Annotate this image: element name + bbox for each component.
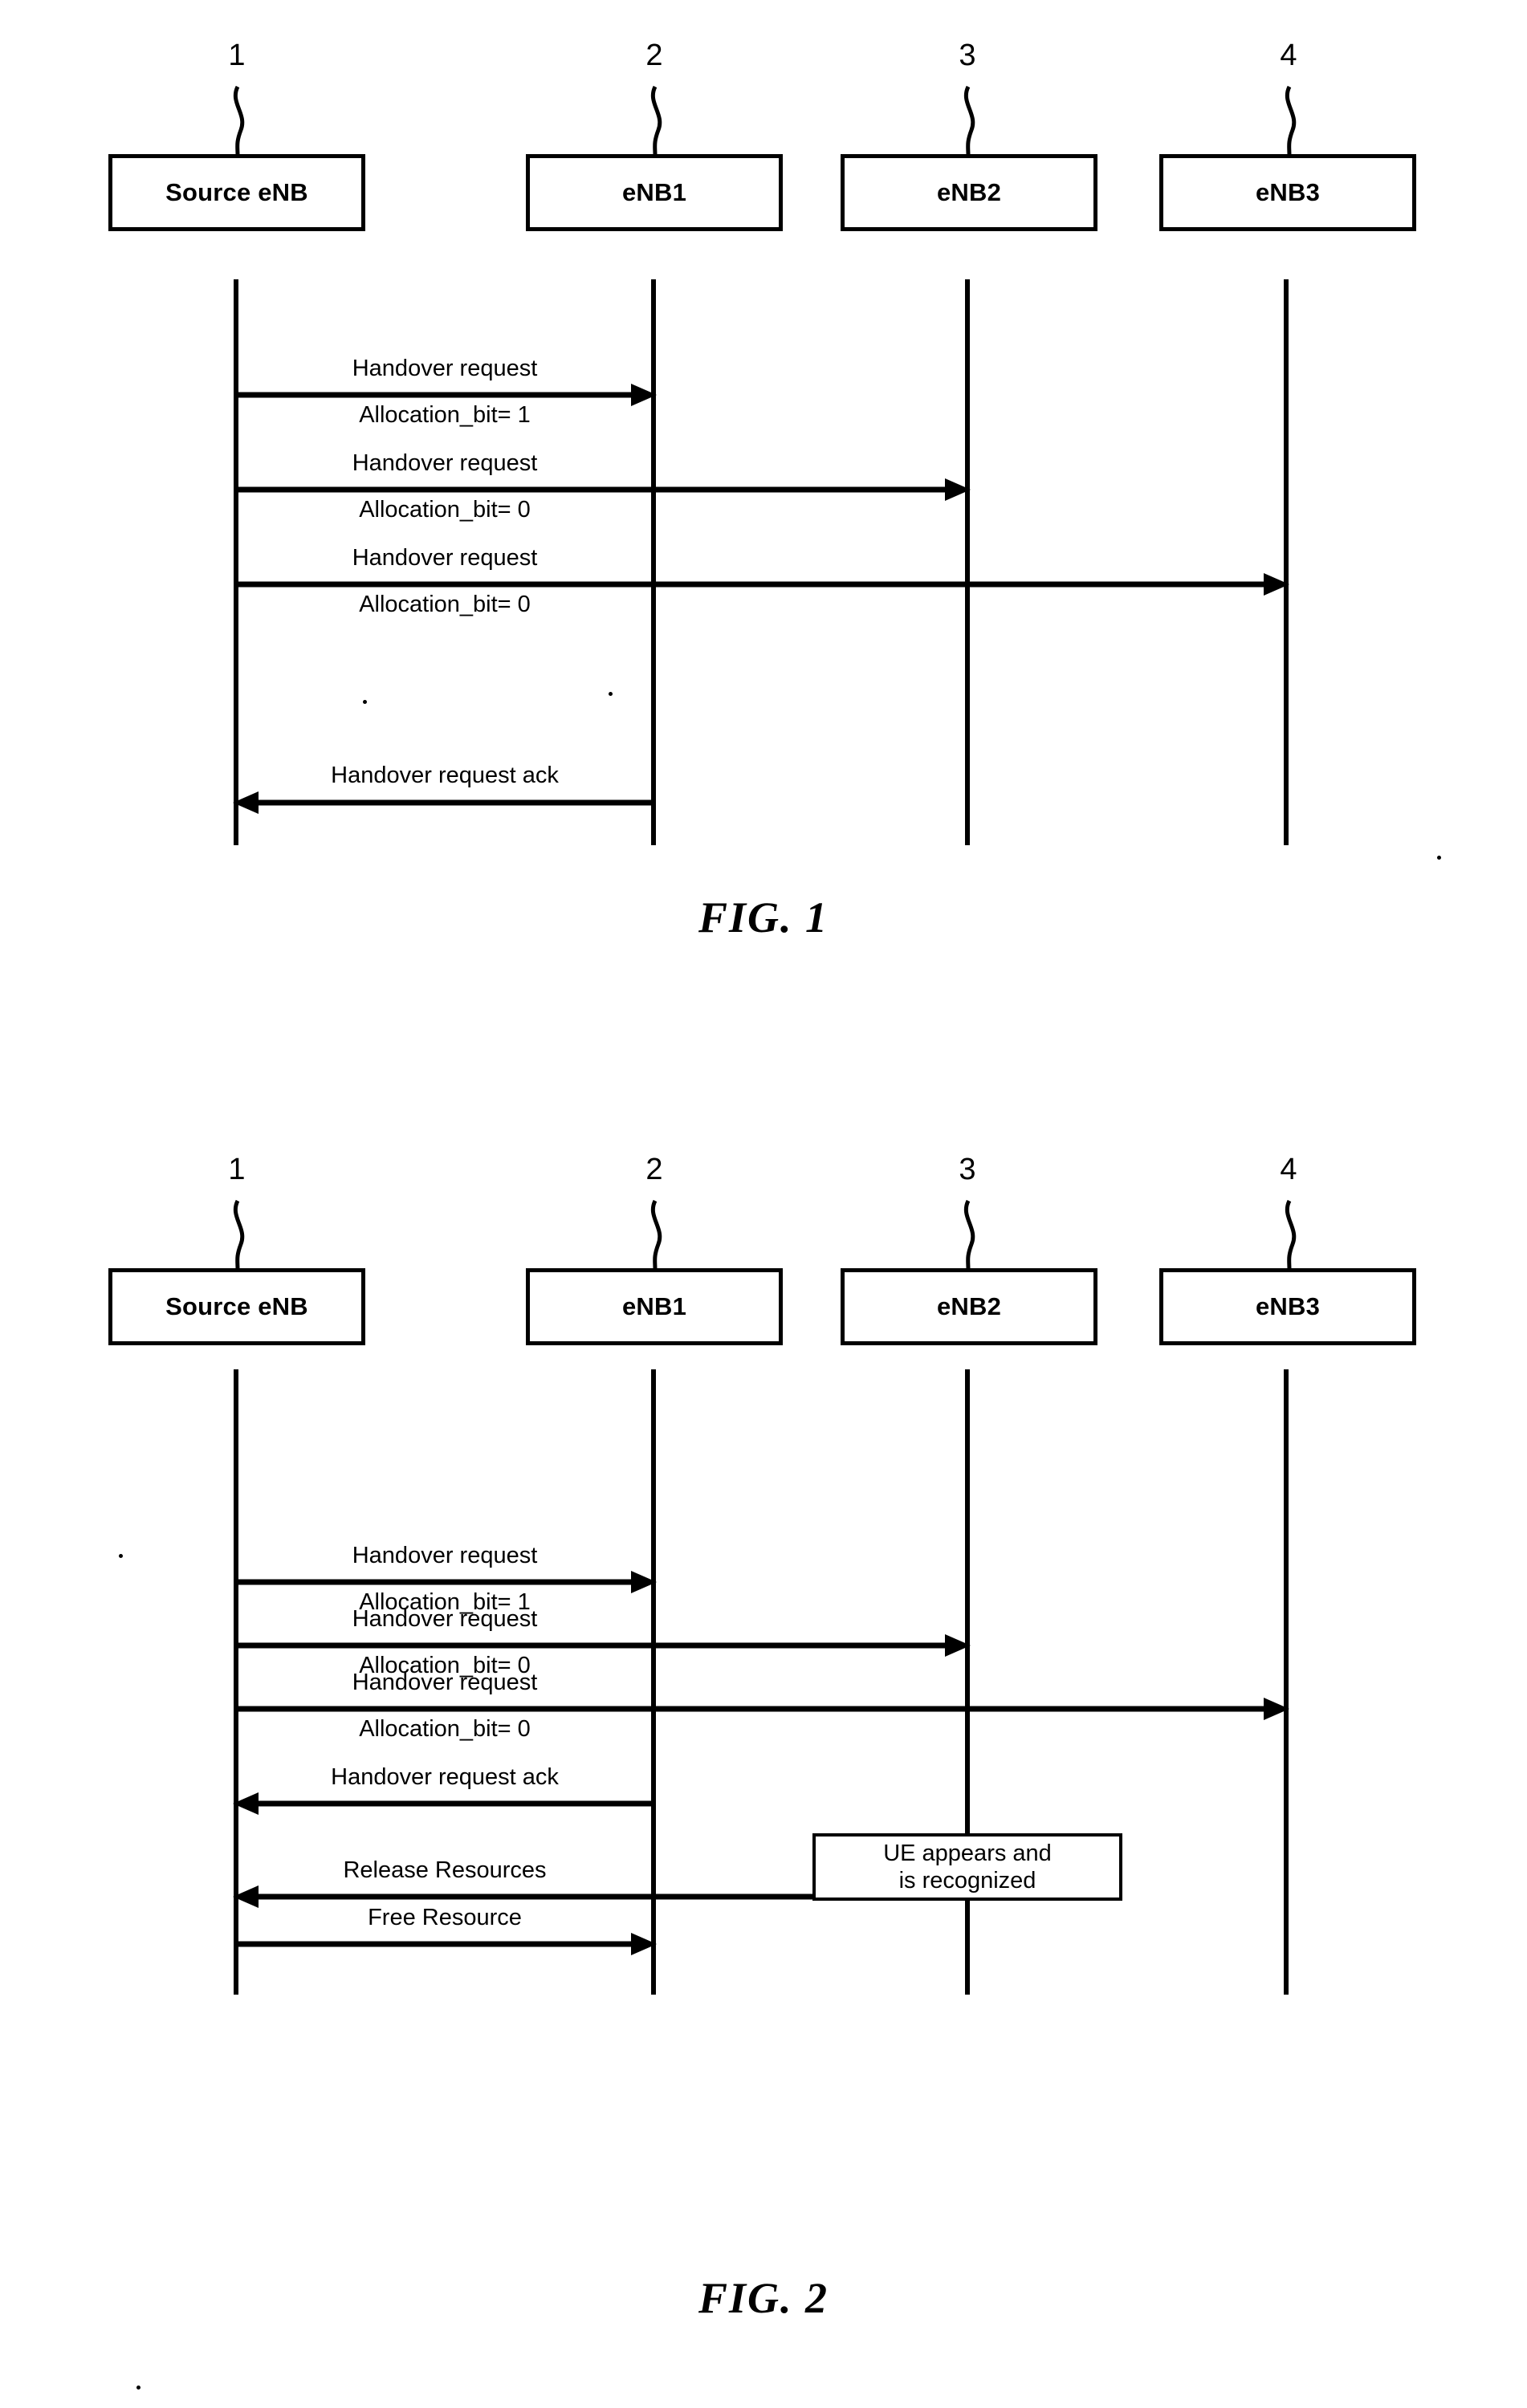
message-label-m5-title: Free Resource <box>368 1905 522 1930</box>
leader-line-3 <box>963 85 975 157</box>
node-label-enb3: eNB3 <box>1255 1292 1321 1320</box>
scan-speck <box>119 1554 123 1558</box>
message-label-m0-title: Handover request <box>352 1543 538 1568</box>
node-box-enb3: eNB3 <box>1159 154 1416 231</box>
message-label-m2-title: Handover request <box>352 545 538 571</box>
figure-2: 1 2 3 4 Source eNB eNB1 eNB2 eNB3 UE app… <box>0 1124 1527 2408</box>
figure-2-caption: FIG. 2 <box>698 2274 829 2322</box>
node-label-enb2: eNB2 <box>936 178 1002 206</box>
node-box-enb1: eNB1 <box>526 154 783 231</box>
figure-1-caption: FIG. 1 <box>698 893 829 942</box>
note-line-2: is recognized <box>898 1868 1036 1893</box>
node-box-enb1: eNB1 <box>526 1268 783 1345</box>
node-box-enb3: eNB3 <box>1159 1268 1416 1345</box>
message-label-m1-title: Handover request <box>352 1606 538 1632</box>
message-label-m2-sub: Allocation_bit= 0 <box>359 592 531 617</box>
leader-line-1 <box>233 1199 245 1271</box>
leader-line-4 <box>1285 85 1297 157</box>
message-label-m2-sub: Allocation_bit= 0 <box>359 1716 531 1742</box>
figure-1: 1 2 3 4 Source eNB eNB1 eNB2 eNB3 Handov… <box>0 0 1527 1003</box>
node-box-source-enb: Source eNB <box>108 1268 365 1345</box>
scan-speck <box>1437 856 1441 860</box>
message-label-m0-title: Handover request <box>352 356 538 381</box>
leader-line-3 <box>963 1199 975 1271</box>
figure-1-graphics <box>233 85 1297 845</box>
message-label-m4-title: Release Resources <box>343 1857 547 1883</box>
node-label-enb2: eNB2 <box>936 1292 1002 1320</box>
message-label-m3-title: Handover request ack <box>331 763 559 788</box>
message-label-m0-sub: Allocation_bit= 1 <box>359 402 531 428</box>
leader-line-4 <box>1285 1199 1297 1271</box>
scan-speck <box>609 692 613 696</box>
message-label-m1-sub: Allocation_bit= 0 <box>359 497 531 523</box>
node-box-source-enb: Source eNB <box>108 154 365 231</box>
node-label-enb1: eNB1 <box>621 178 687 206</box>
scan-speck <box>363 700 367 704</box>
leader-line-1 <box>233 85 245 157</box>
node-label-enb3: eNB3 <box>1255 178 1321 206</box>
node-label-enb1: eNB1 <box>621 1292 687 1320</box>
node-box-enb2: eNB2 <box>841 154 1097 231</box>
message-label-m2-title: Handover request <box>352 1670 538 1695</box>
note-box-ue-recognized: UE appears and is recognized <box>812 1833 1122 1901</box>
node-label-source-enb: Source eNB <box>165 178 308 206</box>
leader-line-2 <box>650 85 662 157</box>
message-label-m3-title: Handover request ack <box>331 1764 559 1790</box>
message-label-m1-title: Handover request <box>352 450 538 476</box>
note-line-1: UE appears and <box>883 1840 1052 1866</box>
node-label-source-enb: Source eNB <box>165 1292 308 1320</box>
node-box-enb2: eNB2 <box>841 1268 1097 1345</box>
scan-speck <box>136 2386 140 2390</box>
leader-line-2 <box>650 1199 662 1271</box>
patent-drawing-sheet: 1 2 3 4 Source eNB eNB1 eNB2 eNB3 Handov… <box>0 0 1527 2408</box>
